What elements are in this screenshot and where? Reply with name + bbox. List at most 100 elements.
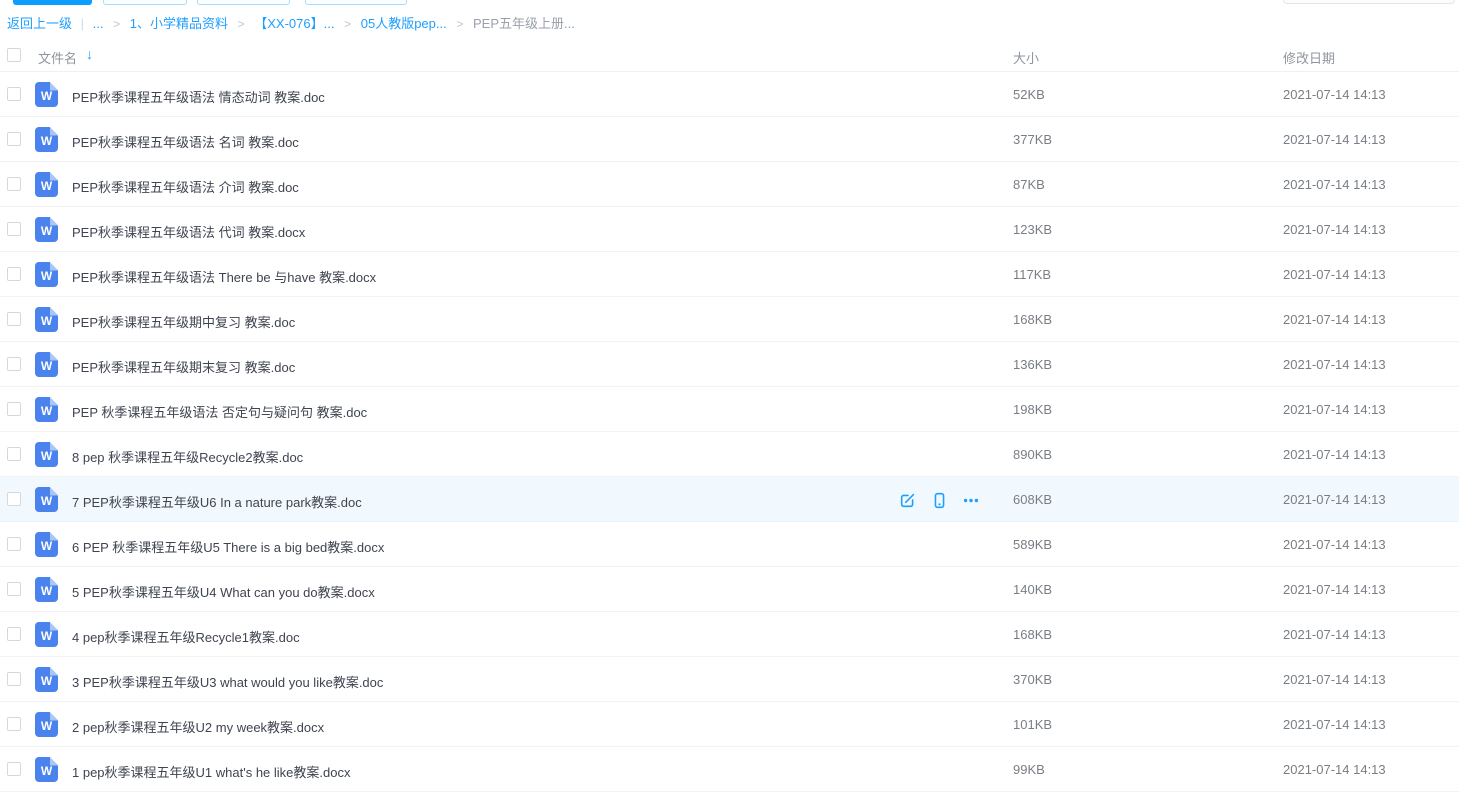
table-row[interactable]: W PEP秋季课程五年级语法 名词 教案.doc <box>0 117 1459 162</box>
file-name-link[interactable]: 2 pep秋季课程五年级U2 my week教案.docx <box>72 717 324 736</box>
file-size: 136KB <box>1013 357 1052 372</box>
word-file-icon: W <box>35 667 58 692</box>
table-row[interactable]: W 7 PEP秋季课程五年级U6 In a nature park教案.doc <box>0 477 1459 522</box>
table-row[interactable]: W 8 pep 秋季课程五年级Recycle2教案.doc <box>0 432 1459 477</box>
row-checkbox[interactable] <box>7 492 21 506</box>
rename-icon[interactable] <box>898 491 916 509</box>
row-checkbox[interactable] <box>7 447 21 461</box>
file-name-link[interactable]: PEP秋季课程五年级期中复习 教案.doc <box>72 312 295 331</box>
file-date: 2021-07-14 14:13 <box>1283 627 1386 642</box>
row-checkbox[interactable] <box>7 537 21 551</box>
file-size: 377KB <box>1013 132 1052 147</box>
file-size: 87KB <box>1013 177 1045 192</box>
file-date: 2021-07-14 14:13 <box>1283 492 1386 507</box>
file-name-link[interactable]: PEP秋季课程五年级语法 介词 教案.doc <box>72 177 299 196</box>
file-size: 370KB <box>1013 672 1052 687</box>
row-checkbox[interactable] <box>7 627 21 641</box>
table-row[interactable]: W PEP秋季课程五年级语法 介词 教案.doc <box>0 162 1459 207</box>
breadcrumb-item-2[interactable]: 【XX-076】... <box>254 16 334 31</box>
file-name-link[interactable]: 3 PEP秋季课程五年级U3 what would you like教案.doc <box>72 672 383 691</box>
file-name-link[interactable]: 5 PEP秋季课程五年级U4 What can you do教案.docx <box>72 582 375 601</box>
file-date: 2021-07-14 14:13 <box>1283 87 1386 102</box>
table-row[interactable]: W 3 PEP秋季课程五年级U3 what would you like教案.d… <box>0 657 1459 702</box>
table-row[interactable]: W PEP秋季课程五年级语法 代词 教案.docx <box>0 207 1459 252</box>
file-name-link[interactable]: PEP秋季课程五年级期末复习 教案.doc <box>72 357 295 376</box>
breadcrumb-item-current: PEP五年级上册... <box>473 16 575 31</box>
row-checkbox[interactable] <box>7 222 21 236</box>
column-header-filename[interactable]: 文件名 <box>38 48 77 67</box>
file-date: 2021-07-14 14:13 <box>1283 222 1386 237</box>
row-checkbox[interactable] <box>7 357 21 371</box>
column-header-date[interactable]: 修改日期 <box>1283 48 1335 67</box>
file-name-link[interactable]: 1 pep秋季课程五年级U1 what's he like教案.docx <box>72 762 350 781</box>
file-date: 2021-07-14 14:13 <box>1283 582 1386 597</box>
file-name-link[interactable]: 4 pep秋季课程五年级Recycle1教案.doc <box>72 627 300 646</box>
row-checkbox[interactable] <box>7 762 21 776</box>
file-size: 198KB <box>1013 402 1052 417</box>
mobile-preview-icon[interactable] <box>930 491 948 509</box>
toolbar-button-2[interactable] <box>103 0 187 5</box>
file-list: W PEP秋季课程五年级语法 情态动词 教案.doc <box>0 72 1459 792</box>
select-all-checkbox[interactable] <box>7 48 21 62</box>
file-date: 2021-07-14 14:13 <box>1283 672 1386 687</box>
breadcrumb-separator: > <box>238 17 245 31</box>
file-size: 99KB <box>1013 762 1045 777</box>
table-row[interactable]: W 5 PEP秋季课程五年级U4 What can you do教案.docx <box>0 567 1459 612</box>
toolbar-button-primary[interactable] <box>13 0 92 5</box>
table-row[interactable]: W PEP秋季课程五年级期末复习 教案.doc <box>0 342 1459 387</box>
row-checkbox[interactable] <box>7 312 21 326</box>
row-checkbox[interactable] <box>7 177 21 191</box>
word-file-icon: W <box>35 307 58 332</box>
word-file-icon: W <box>35 577 58 602</box>
table-row[interactable]: W 1 pep秋季课程五年级U1 what's he like教案.docx <box>0 747 1459 792</box>
column-header-size[interactable]: 大小 <box>1013 48 1039 67</box>
table-row[interactable]: W PEP秋季课程五年级语法 情态动词 教案.doc <box>0 72 1459 117</box>
file-name-link[interactable]: 6 PEP 秋季课程五年级U5 There is a big bed教案.doc… <box>72 537 384 556</box>
file-name-link[interactable]: 8 pep 秋季课程五年级Recycle2教案.doc <box>72 447 303 466</box>
breadcrumb-item-ellipsis[interactable]: ... <box>93 16 104 31</box>
table-row[interactable]: W PEP秋季课程五年级期中复习 教案.doc <box>0 297 1459 342</box>
row-checkbox[interactable] <box>7 672 21 686</box>
file-size: 52KB <box>1013 87 1045 102</box>
breadcrumb-item-1[interactable]: 1、小学精品资料 <box>130 16 228 31</box>
word-file-icon: W <box>35 217 58 242</box>
file-name-link[interactable]: PEP秋季课程五年级语法 There be 与have 教案.docx <box>72 267 376 286</box>
word-file-icon: W <box>35 352 58 377</box>
file-name-link[interactable]: PEP秋季课程五年级语法 名词 教案.doc <box>72 132 299 151</box>
breadcrumb-item-3[interactable]: 05人教版pep... <box>361 16 447 31</box>
row-checkbox[interactable] <box>7 132 21 146</box>
row-checkbox[interactable] <box>7 717 21 731</box>
breadcrumb-divider: | <box>81 16 84 31</box>
table-row[interactable]: W PEP 秋季课程五年级语法 否定句与疑问句 教案.doc <box>0 387 1459 432</box>
row-checkbox[interactable] <box>7 87 21 101</box>
word-file-icon: W <box>35 397 58 422</box>
file-size: 123KB <box>1013 222 1052 237</box>
table-row[interactable]: W 4 pep秋季课程五年级Recycle1教案.doc <box>0 612 1459 657</box>
table-row[interactable]: W 2 pep秋季课程五年级U2 my week教案.docx <box>0 702 1459 747</box>
file-name-link[interactable]: PEP秋季课程五年级语法 代词 教案.docx <box>72 222 305 241</box>
row-checkbox[interactable] <box>7 267 21 281</box>
file-name-link[interactable]: 7 PEP秋季课程五年级U6 In a nature park教案.doc <box>72 492 362 511</box>
toolbar-button-3[interactable] <box>197 0 290 5</box>
file-name-link[interactable]: PEP 秋季课程五年级语法 否定句与疑问句 教案.doc <box>72 402 367 421</box>
row-checkbox[interactable] <box>7 402 21 416</box>
table-row[interactable]: W 6 PEP 秋季课程五年级U5 There is a big bed教案.d… <box>0 522 1459 567</box>
word-file-icon: W <box>35 487 58 512</box>
file-name-link[interactable]: PEP秋季课程五年级语法 情态动词 教案.doc <box>72 87 325 106</box>
file-size: 589KB <box>1013 537 1052 552</box>
word-file-icon: W <box>35 82 58 107</box>
word-file-icon: W <box>35 442 58 467</box>
breadcrumb-separator: > <box>113 17 120 31</box>
file-date: 2021-07-14 14:13 <box>1283 132 1386 147</box>
back-to-parent-link[interactable]: 返回上一级 <box>7 16 72 31</box>
more-actions-icon[interactable] <box>962 491 980 509</box>
word-file-icon: W <box>35 712 58 737</box>
file-date: 2021-07-14 14:13 <box>1283 447 1386 462</box>
search-box[interactable] <box>1283 0 1455 4</box>
word-file-icon: W <box>35 127 58 152</box>
table-row[interactable]: W PEP秋季课程五年级语法 There be 与have 教案.docx <box>0 252 1459 297</box>
toolbar-button-4[interactable] <box>305 0 407 5</box>
sort-descending-icon[interactable]: ↓ <box>86 46 93 62</box>
file-size: 890KB <box>1013 447 1052 462</box>
row-checkbox[interactable] <box>7 582 21 596</box>
